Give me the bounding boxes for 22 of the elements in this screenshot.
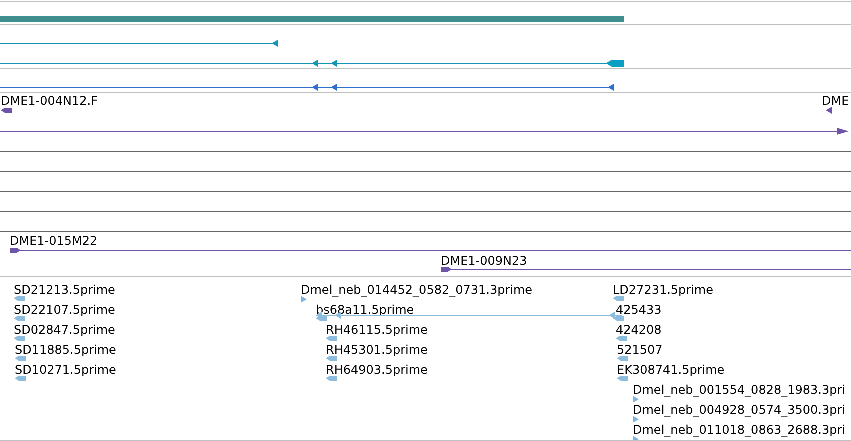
read-label: 521507 [617,344,663,356]
read-label: SD02847.5prime [14,324,116,336]
read-label: Dmel_neb_004928_0574_3500.3pri [633,404,846,416]
clone-label: DME1-015M22 [10,235,98,247]
read-label: Dmel_neb_014452_0582_0731.3prime [301,284,533,296]
read-label: RH64903.5prime [326,364,428,376]
read-label: EK308741.5prime [617,364,725,376]
clone-label: DME1-009N23 [441,255,528,267]
read-label: SD22107.5prime [14,304,116,316]
clone-label: DME1-004N12.F [1,95,98,107]
read-label: SD11885.5prime [15,344,116,356]
read-label: Dmel_neb_001554_0828_1983.3pri [633,384,846,396]
read-label: 425433 [616,304,662,316]
read-label: SD10271.5prime [15,364,116,376]
read-label: RH46115.5prime [326,324,428,336]
read-label: 424208 [616,324,662,336]
read-label: bs68a11.5prime [316,304,414,316]
read-label: Dmel_neb_011018_0863_2688.3pri [633,424,846,436]
read-label: SD21213.5prime [14,284,116,296]
read-label: RH45301.5prime [326,344,428,356]
clone-label: DME [822,95,850,107]
read-label: LD27231.5prime [613,284,714,296]
